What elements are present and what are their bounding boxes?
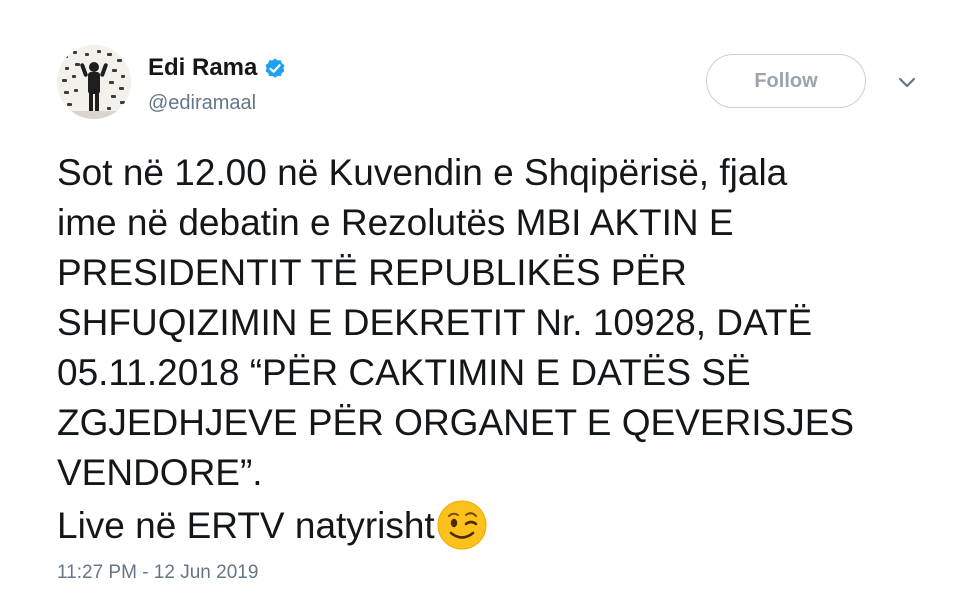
- verified-badge-icon: [263, 56, 287, 80]
- tweet-text-line: VENDORE”.: [57, 452, 263, 493]
- tweet-text-line: ZGJEDHJEVE PËR ORGANET E QEVERISJES: [57, 402, 855, 443]
- avatar[interactable]: [57, 45, 131, 119]
- user-handle[interactable]: @ediramaal: [148, 91, 256, 115]
- tweet-text-line: SHFUQIZIMIN E DEKRETIT Nr. 10928, DATË: [57, 302, 813, 343]
- tweet-text-line: Sot në 12.00 në Kuvendin e Shqipërisë, f…: [57, 152, 788, 193]
- display-name[interactable]: Edi Rama: [148, 54, 257, 82]
- tweet-text-line: ime në debatin e Rezolutës MBI AKTIN E: [57, 202, 734, 243]
- tweet-text-line: PRESIDENTIT TË REPUBLIKËS PËR: [57, 252, 687, 293]
- follow-button[interactable]: Follow: [706, 54, 866, 108]
- tweet-timestamp[interactable]: 11:27 PM - 12 Jun 2019: [57, 561, 258, 585]
- name-row: Edi Rama: [148, 54, 287, 82]
- tweet-text-last-line: Live në ERTV natyrisht: [57, 498, 957, 552]
- winking-face-icon: [435, 498, 489, 552]
- tweet-text-line: 05.11.2018 “PËR CAKTIMIN E DATËS SË: [57, 352, 751, 393]
- tweet-card: Edi Rama @ediramaal Follow Sot në 12.00 …: [0, 0, 980, 593]
- chevron-down-icon[interactable]: [895, 73, 919, 91]
- tweet-text: Sot në 12.00 në Kuvendin e Shqipërisë, f…: [57, 148, 957, 552]
- tweet-text-line: Live në ERTV natyrisht: [57, 505, 435, 546]
- avatar-image: [57, 45, 131, 119]
